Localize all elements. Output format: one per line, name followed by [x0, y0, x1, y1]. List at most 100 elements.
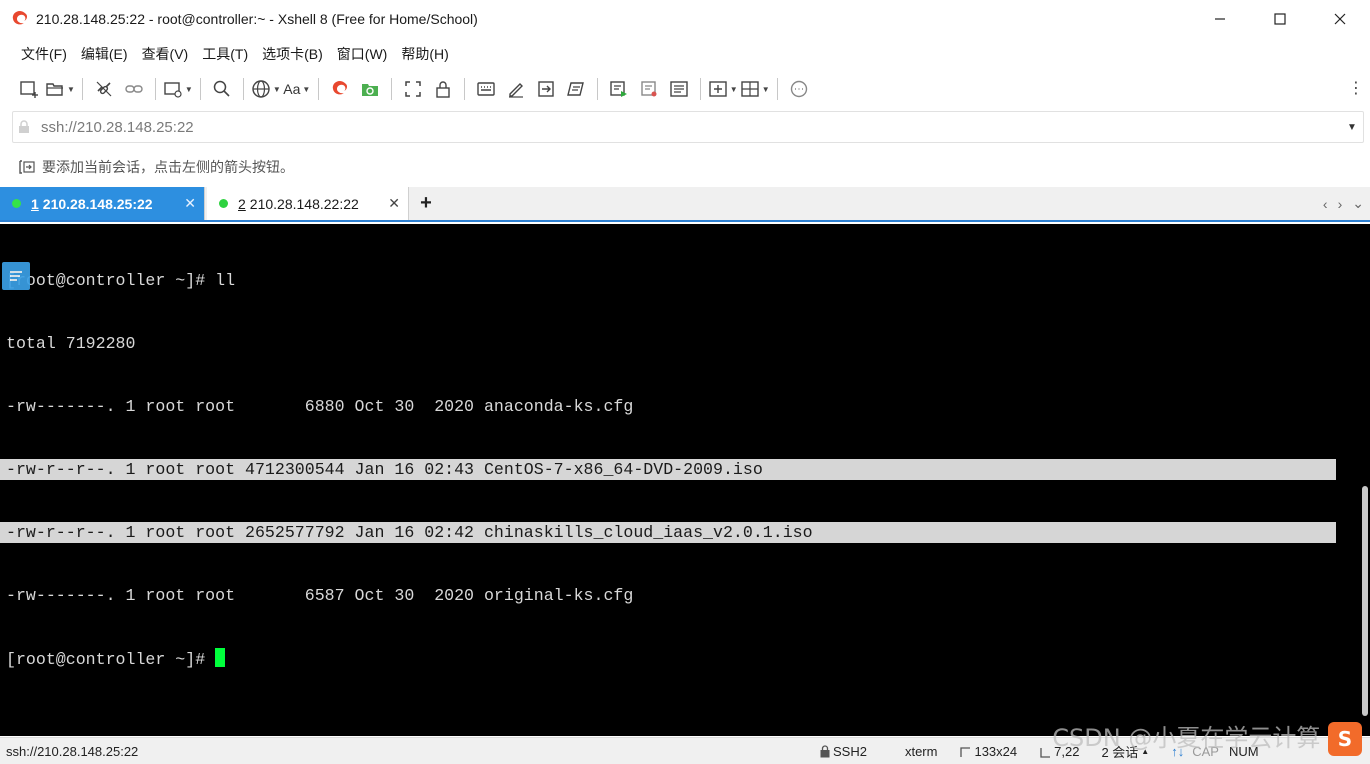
- open-folder-icon: [46, 83, 63, 96]
- globe-icon: [252, 80, 270, 98]
- highlight-icon: [670, 81, 688, 97]
- tab-label: 2 210.28.148.22:22: [238, 195, 359, 212]
- toolbar-divider: [317, 78, 319, 100]
- lock-icon: [820, 745, 830, 758]
- new-window-button[interactable]: ▼: [163, 74, 193, 104]
- disconnect-button[interactable]: [90, 74, 118, 104]
- terminal-line: [root@controller ~]# ll: [6, 271, 236, 290]
- tab-session-1[interactable]: 1 210.28.148.25:22 ✕: [0, 187, 205, 220]
- layout-button[interactable]: ▼: [740, 74, 770, 104]
- window-title: 210.28.148.25:22 - root@controller:~ - X…: [36, 11, 478, 27]
- menu-tab[interactable]: 选项卡(B): [255, 38, 330, 70]
- link-icon: [125, 85, 143, 93]
- add-session-arrow-icon[interactable]: [18, 159, 36, 175]
- transfer-button[interactable]: [532, 74, 560, 104]
- menu-file[interactable]: 文件(F): [14, 38, 74, 70]
- menu-tools[interactable]: 工具(T): [195, 38, 255, 70]
- address-bar: ▼: [12, 111, 1364, 143]
- maximize-button[interactable]: [1250, 0, 1310, 38]
- new-window-icon: [164, 82, 182, 98]
- keyboard-icon: [477, 82, 495, 96]
- status-size: 133x24: [959, 744, 1017, 759]
- address-dropdown-icon[interactable]: ▼: [1341, 122, 1363, 133]
- find-button[interactable]: [208, 74, 236, 104]
- add-tab-icon: [709, 81, 727, 97]
- tab-session-2[interactable]: 2 210.28.148.22:22 ✕: [207, 187, 409, 220]
- terminal-output: [root@controller ~]# ll total 7192280 -r…: [0, 228, 1336, 711]
- toolbar-divider: [154, 78, 156, 100]
- minimize-button[interactable]: [1190, 0, 1250, 38]
- xshell-button[interactable]: [326, 74, 354, 104]
- hint-text: 要添加当前会话，点击左侧的箭头按钮。: [42, 159, 294, 175]
- tab-prev-icon[interactable]: ‹: [1323, 196, 1328, 212]
- open-session-button[interactable]: ▼: [45, 74, 75, 104]
- run-script-button[interactable]: [605, 74, 633, 104]
- session-lock-icon: [13, 112, 35, 142]
- connection-status-icon: [12, 199, 21, 208]
- hint-bar: 要添加当前会话，点击左侧的箭头按钮。: [0, 149, 1370, 185]
- reconnect-button[interactable]: [120, 74, 148, 104]
- chevron-down-icon: ▼: [302, 84, 311, 94]
- transfer-icon: [538, 81, 554, 97]
- connection-status-icon: [219, 199, 228, 208]
- fullscreen-icon: [405, 81, 421, 97]
- tab-bar: 1 210.28.148.25:22 ✕ 2 210.28.148.22:22 ✕ …: [0, 187, 1370, 222]
- tab-label: 1 210.28.148.25:22: [31, 195, 153, 212]
- menu-view[interactable]: 查看(V): [135, 38, 196, 70]
- add-tab-button[interactable]: ▼: [708, 74, 738, 104]
- cursor-position-icon: [1040, 747, 1051, 758]
- chevron-down-icon: ▼: [184, 84, 193, 94]
- more-icon[interactable]: ⋮: [1348, 78, 1364, 98]
- scrollbar-thumb[interactable]: [1362, 486, 1368, 716]
- status-terminal-type: xterm: [904, 744, 938, 759]
- toolbar-divider: [699, 78, 701, 100]
- toolbar-divider: [81, 78, 83, 100]
- fullscreen-button[interactable]: [399, 74, 427, 104]
- lock-icon: [436, 81, 450, 98]
- encoding-button[interactable]: ▼: [251, 74, 281, 104]
- toolbar-divider: [199, 78, 201, 100]
- run-script-icon: [610, 81, 627, 97]
- menu-edit[interactable]: 编辑(E): [74, 38, 135, 70]
- toolbar-divider: [390, 78, 392, 100]
- new-session-button[interactable]: [15, 74, 43, 104]
- xshell-icon: [332, 81, 347, 95]
- disconnect-icon: [96, 81, 112, 97]
- status-bar: ssh://210.28.148.25:22 SSH2 xterm 133x24…: [0, 722, 1370, 764]
- terminal-line: -rw-------. 1 root root 6880 Oct 30 2020…: [6, 397, 634, 416]
- terminal-prompt: [root@controller ~]#: [6, 650, 216, 669]
- close-button[interactable]: [1310, 0, 1370, 38]
- tab-list-icon[interactable]: ⌄: [1352, 195, 1364, 212]
- quick-command-button[interactable]: [2, 262, 30, 290]
- keyboard-button[interactable]: [472, 74, 500, 104]
- terminal-pane[interactable]: [root@controller ~]# ll total 7192280 -r…: [0, 224, 1370, 736]
- close-tab-icon[interactable]: ✕: [388, 195, 400, 212]
- log-button[interactable]: [635, 74, 663, 104]
- chevron-down-icon: ▼: [67, 84, 75, 94]
- script-button[interactable]: [562, 74, 590, 104]
- close-tab-icon[interactable]: ✕: [184, 195, 196, 212]
- terminal-scrollbar[interactable]: [1360, 224, 1368, 736]
- menu-help[interactable]: 帮助(H): [394, 38, 455, 70]
- compose-button[interactable]: [502, 74, 530, 104]
- title-bar: 210.28.148.25:22 - root@controller:~ - X…: [0, 0, 1370, 38]
- toolbar-divider: [242, 78, 244, 100]
- menu-lines-icon: [10, 271, 22, 281]
- terminal-line: total 7192280: [6, 334, 136, 353]
- menu-bar: 文件(F) 编辑(E) 查看(V) 工具(T) 选项卡(B) 窗口(W) 帮助(…: [0, 38, 1370, 70]
- tab-next-icon[interactable]: ›: [1338, 196, 1343, 212]
- chevron-down-icon: ▼: [761, 84, 770, 94]
- new-tab-button[interactable]: +: [409, 187, 443, 220]
- font-button[interactable]: Aa ▼: [283, 74, 311, 104]
- toolbar: ▼ ▼ ▼ Aa ▼ ▼ ▼ ⋮: [0, 70, 1370, 108]
- compose-icon: [508, 83, 523, 98]
- menu-window[interactable]: 窗口(W): [330, 38, 395, 70]
- lock-button[interactable]: [429, 74, 457, 104]
- log-icon: [641, 81, 657, 97]
- chat-button[interactable]: [785, 74, 813, 104]
- watermark: CSDN @小夏在学云计算 S: [1052, 718, 1362, 756]
- address-input[interactable]: [35, 113, 1341, 141]
- chevron-down-icon: ▼: [729, 84, 738, 94]
- xftp-button[interactable]: [356, 74, 384, 104]
- highlight-button[interactable]: [665, 74, 693, 104]
